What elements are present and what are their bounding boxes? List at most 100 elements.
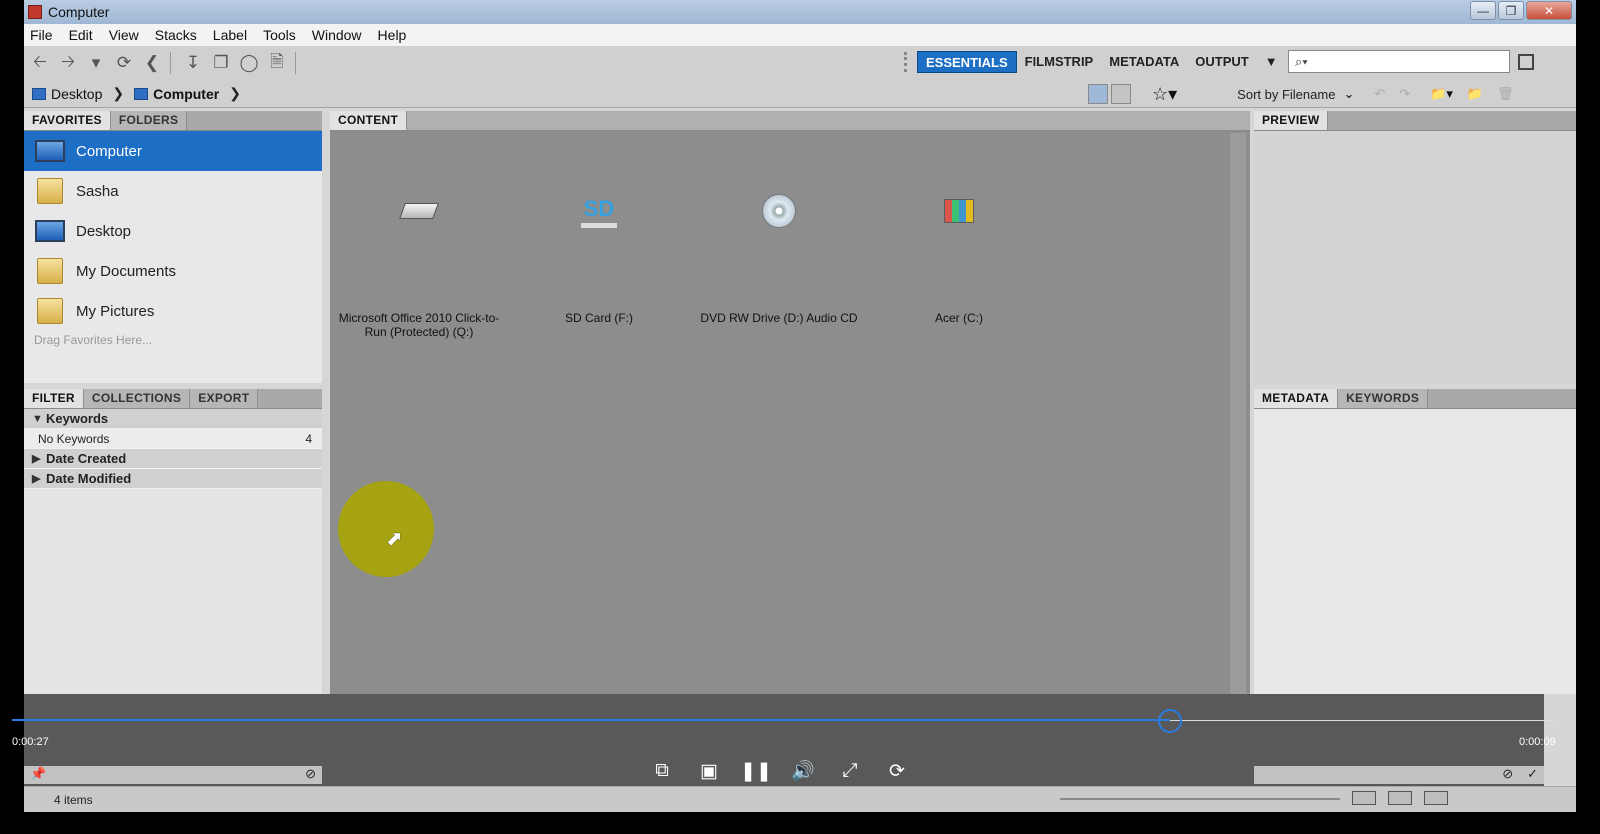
fullscreen-icon[interactable]: ⤢ bbox=[838, 758, 862, 784]
windows-drive-icon bbox=[874, 191, 1044, 231]
sort-direction-icon[interactable]: ⌄ bbox=[1343, 86, 1354, 102]
desktop-icon bbox=[32, 87, 46, 100]
window-controls: — ❐ ✕ bbox=[1470, 1, 1572, 20]
filter-item-no-keywords[interactable]: No Keywords 4 bbox=[24, 429, 322, 449]
clear-filter-icon[interactable]: ⊘ bbox=[305, 766, 316, 784]
view-thumbnails-icon[interactable] bbox=[1352, 791, 1376, 805]
replay-icon[interactable]: ⟳ bbox=[885, 758, 909, 784]
content-item-label: SD Card (F:) bbox=[564, 311, 633, 325]
workspace-output[interactable]: OUTPUT bbox=[1187, 51, 1256, 73]
tab-preview[interactable]: PREVIEW bbox=[1254, 111, 1329, 130]
video-progress-knob[interactable] bbox=[1158, 709, 1182, 733]
favorite-item-my-documents[interactable]: My Documents bbox=[24, 251, 322, 291]
bottom-letterbox bbox=[0, 812, 1600, 834]
rotate-right-icon[interactable]: ↷ bbox=[1399, 86, 1410, 102]
menu-help[interactable]: Help bbox=[378, 27, 407, 43]
return-to-photoshop-icon[interactable]: ❮ bbox=[140, 52, 164, 74]
filter-item-label: No Keywords bbox=[38, 431, 110, 446]
pin-icon[interactable]: 📌 bbox=[30, 766, 46, 784]
apply-check-icon[interactable]: ✓ bbox=[1527, 766, 1538, 784]
output-icon[interactable]: 🗎 bbox=[265, 52, 289, 74]
filter-group-label: Date Created bbox=[46, 451, 127, 466]
tab-favorites[interactable]: FAVORITES bbox=[24, 111, 111, 130]
sort-by-dropdown[interactable]: Sort by Filename bbox=[1237, 87, 1335, 102]
favorite-item-my-pictures[interactable]: My Pictures bbox=[24, 291, 322, 331]
camera-raw-icon[interactable]: ◯ bbox=[237, 52, 261, 74]
menu-window[interactable]: Window bbox=[312, 27, 362, 43]
favorite-label: My Documents bbox=[76, 262, 177, 280]
menu-stacks[interactable]: Stacks bbox=[155, 27, 197, 43]
view-details-icon[interactable] bbox=[1388, 791, 1412, 805]
recent-folders-icon[interactable]: ⟳ bbox=[112, 52, 136, 74]
content-item-sd-card[interactable]: SD SD Card (F:) bbox=[514, 191, 684, 325]
back-arrow-icon[interactable]: 🡠 bbox=[28, 52, 52, 74]
chevron-right-icon: ❯ bbox=[229, 85, 241, 101]
open-recent-icon[interactable]: 📁▾ bbox=[1430, 86, 1453, 102]
favorite-item-desktop[interactable]: Desktop bbox=[24, 211, 322, 251]
menu-tools[interactable]: Tools bbox=[263, 27, 296, 43]
favorite-label: Desktop bbox=[76, 222, 132, 240]
filter-group-date-modified[interactable]: ▶ Date Modified bbox=[24, 469, 322, 489]
workspace-essentials[interactable]: ESSENTIALS bbox=[917, 51, 1017, 73]
tab-keywords[interactable]: KEYWORDS bbox=[1338, 389, 1429, 408]
cast-icon[interactable]: ⧉ bbox=[650, 758, 674, 784]
breadcrumb-label: Desktop bbox=[51, 85, 103, 102]
workspace-more-chevron-icon[interactable]: ▼ bbox=[1257, 51, 1286, 73]
history-dropdown-icon[interactable]: ▾ bbox=[84, 52, 108, 74]
thumbnail-quality-icon[interactable] bbox=[1088, 84, 1108, 104]
metadata-tabs: METADATA KEYWORDS bbox=[1254, 389, 1576, 409]
drag-favorites-hint: Drag Favorites Here... bbox=[34, 333, 153, 347]
maximize-icon[interactable]: ❐ bbox=[1498, 1, 1524, 20]
rotate-left-icon[interactable]: ↶ bbox=[1374, 86, 1385, 102]
search-input[interactable]: ⌕▾ bbox=[1288, 50, 1510, 73]
content-item-acer-drive[interactable]: Acer (C:) bbox=[874, 191, 1044, 325]
folder-icon bbox=[34, 176, 66, 206]
menu-file[interactable]: File bbox=[30, 27, 53, 43]
close-icon[interactable]: ✕ bbox=[1526, 1, 1572, 20]
content-item-dvd-drive[interactable]: DVD RW Drive (D:) Audio CD bbox=[694, 191, 864, 325]
generate-preview-icon[interactable] bbox=[1111, 84, 1131, 104]
menu-view[interactable]: View bbox=[109, 27, 139, 43]
content-item-label: Acer (C:) bbox=[935, 311, 983, 325]
breadcrumb-computer[interactable]: Computer ❯ bbox=[134, 85, 241, 102]
favorite-item-computer[interactable]: Computer bbox=[24, 131, 322, 171]
content-item-office-drive[interactable]: Microsoft Office 2010 Click-to-Run (Prot… bbox=[334, 191, 504, 339]
forward-arrow-icon[interactable]: 🡢 bbox=[56, 52, 80, 74]
fit-screen-icon[interactable]: ▣ bbox=[697, 758, 721, 784]
tab-folders[interactable]: FOLDERS bbox=[110, 111, 188, 130]
get-photos-icon[interactable]: ↧ bbox=[181, 52, 205, 74]
tab-export[interactable]: EXPORT bbox=[190, 389, 259, 408]
chevron-right-icon: ❯ bbox=[112, 85, 125, 101]
view-list-icon[interactable] bbox=[1424, 791, 1448, 805]
workspace-filmstrip[interactable]: FILMSTRIP bbox=[1017, 51, 1102, 73]
filter-group-keywords[interactable]: ▼ Keywords bbox=[24, 409, 322, 429]
volume-icon[interactable]: 🔊 bbox=[791, 758, 815, 784]
menu-edit[interactable]: Edit bbox=[69, 27, 93, 43]
new-folder-icon[interactable]: 📁 bbox=[1467, 86, 1483, 102]
favorite-label: My Pictures bbox=[76, 302, 155, 320]
favorite-item-sasha[interactable]: Sasha bbox=[24, 171, 322, 211]
compact-mode-icon[interactable] bbox=[1518, 54, 1534, 70]
tab-filter[interactable]: FILTER bbox=[24, 389, 84, 408]
tab-metadata[interactable]: METADATA bbox=[1254, 389, 1339, 408]
menu-label[interactable]: Label bbox=[213, 27, 247, 43]
cancel-icon[interactable]: ⊘ bbox=[1502, 766, 1513, 784]
rating-star-icon[interactable]: ☆▾ bbox=[1152, 84, 1177, 105]
content-tabs: CONTENT bbox=[330, 111, 1250, 131]
favorites-tabs: FAVORITES FOLDERS bbox=[24, 111, 322, 131]
tab-content[interactable]: CONTENT bbox=[330, 111, 408, 130]
minimize-icon[interactable]: — bbox=[1470, 1, 1496, 20]
tab-collections[interactable]: COLLECTIONS bbox=[83, 389, 191, 408]
video-control-buttons: ⧉ ▣ ❚❚ 🔊 ⤢ ⟳ bbox=[650, 758, 909, 784]
filter-group-date-created[interactable]: ▶ Date Created bbox=[24, 449, 322, 469]
breadcrumb-desktop[interactable]: Desktop ❯ bbox=[32, 85, 124, 102]
filter-tabs: FILTER COLLECTIONS EXPORT bbox=[24, 389, 322, 409]
refine-icon[interactable]: ❐ bbox=[209, 52, 233, 74]
delete-icon[interactable]: 🗑 bbox=[1497, 86, 1514, 102]
pause-icon[interactable]: ❚❚ bbox=[740, 758, 772, 784]
workspace-metadata[interactable]: METADATA bbox=[1101, 51, 1187, 73]
thumbnail-size-slider[interactable] bbox=[1040, 795, 1340, 803]
content-scrollbar[interactable] bbox=[1230, 133, 1246, 694]
workspace-grip[interactable] bbox=[904, 52, 907, 72]
app-icon bbox=[28, 5, 42, 19]
